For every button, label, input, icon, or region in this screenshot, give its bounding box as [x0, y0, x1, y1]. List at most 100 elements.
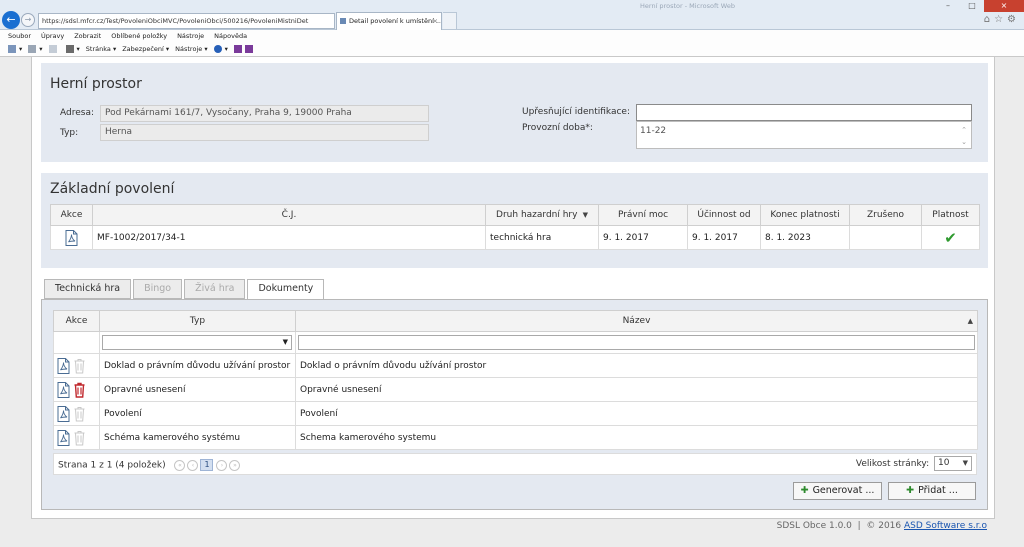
upresnujici-input[interactable] — [636, 104, 972, 121]
footer-text: SDSL Obce 1.0.0 | © 2016 — [776, 521, 904, 531]
menu-nastroje-cmd[interactable]: Nástroje ▾ — [175, 42, 207, 56]
menu-stranka[interactable]: Stránka ▾ — [86, 42, 116, 56]
menu-upravy[interactable]: Úpravy — [41, 30, 64, 42]
col-druh[interactable]: Druh hazardní hry ▼ — [485, 204, 599, 226]
zakladni-povoleni-panel: Základní povolení Akce Č.J. Druh hazardn… — [41, 173, 988, 268]
col-nazev[interactable]: Název ▲ — [295, 310, 978, 332]
filter-nazev-cell — [295, 331, 978, 354]
mail-icon[interactable] — [48, 42, 60, 56]
window-controls: – □ × — [936, 0, 1024, 12]
generovat-button[interactable]: ✚ Generovat ... — [793, 482, 882, 500]
col-konec[interactable]: Konec platnosti — [760, 204, 850, 226]
pdf-icon[interactable] — [57, 405, 70, 422]
sort-asc-icon[interactable]: ▲ — [968, 317, 973, 325]
menu-soubor[interactable]: Soubor — [8, 30, 31, 42]
cell-typ: Povolení — [99, 401, 296, 426]
filter-typ-cell: ▼ — [99, 331, 296, 354]
cell-nazev: Povolení — [295, 401, 978, 426]
table-header: Akce Č.J. Druh hazardní hry ▼ Právní moc… — [50, 204, 980, 226]
forward-icon[interactable]: → — [21, 13, 35, 27]
cell-konec: 8. 1. 2023 — [760, 225, 850, 250]
col-pravni-moc[interactable]: Právní moc — [598, 204, 688, 226]
row-actions — [50, 225, 93, 250]
print-icon[interactable]: ▾ — [65, 42, 80, 56]
star-icon[interactable]: ☆ — [994, 14, 1007, 25]
tab-ziva-hra: Živá hra — [184, 279, 246, 299]
pdf-icon[interactable] — [57, 357, 70, 374]
page-content: Herní prostor Adresa: Pod Pekárnami 161/… — [31, 57, 995, 519]
tab-technicka-hra[interactable]: Technická hra — [44, 279, 132, 299]
menu-zobrazit[interactable]: Zobrazit — [74, 30, 101, 42]
col-cj[interactable]: Č.J. — [92, 204, 486, 226]
feeds-icon[interactable]: ▾ — [28, 42, 43, 56]
table-row: MF-1002/2017/34-1 technická hra 9. 1. 20… — [50, 225, 980, 250]
provozni-doba-textarea[interactable]: 11-22 ⌃ ⌄ — [636, 121, 972, 149]
scroll-down-icon[interactable]: ⌄ — [959, 136, 969, 148]
table-header: Akce Typ Název ▲ — [53, 310, 978, 332]
trash-icon[interactable] — [73, 382, 86, 398]
first-page-icon: « — [174, 459, 186, 471]
cell-typ: Doklad o právním důvodu užívání prostor — [99, 353, 296, 378]
col-nazev-label: Název — [622, 316, 651, 326]
current-page[interactable]: 1 — [200, 459, 214, 471]
close-tab-icon[interactable]: × — [433, 13, 438, 29]
page-size-select[interactable]: 10 ▼ — [934, 456, 972, 471]
menu-zabezpeceni[interactable]: Zabezpečení ▾ — [122, 42, 169, 56]
footer-link[interactable]: ASD Software s.r.o — [904, 521, 987, 531]
col-ucinnost[interactable]: Účinnost od — [687, 204, 761, 226]
dropdown-arrow-icon: ▼ — [962, 459, 968, 467]
onenote-icon[interactable] — [233, 42, 256, 56]
dropdown-arrow-icon: ▼ — [282, 338, 288, 346]
pdf-icon[interactable] — [57, 429, 70, 446]
adresa-label: Adresa: — [60, 108, 94, 118]
cell-zruseno — [849, 225, 922, 250]
scroll-up-icon[interactable]: ⌃ — [959, 124, 969, 136]
page-size-value: 10 — [938, 458, 950, 468]
page-icon — [340, 18, 346, 24]
pdf-icon[interactable] — [65, 229, 78, 246]
address-bar[interactable]: https://sdsl.mfcr.cz/Test/PovoleniObciMV… — [38, 13, 335, 29]
textarea-scrollbar[interactable]: ⌃ ⌄ — [959, 124, 969, 148]
close-window-icon[interactable]: × — [984, 0, 1024, 12]
minimize-icon[interactable]: – — [936, 0, 960, 12]
cell-typ: Schéma kamerového systému — [99, 425, 296, 450]
home-icon[interactable]: ⌂ — [984, 14, 994, 25]
typ-filter-dropdown[interactable]: ▼ — [102, 335, 292, 350]
trash-icon-disabled — [74, 358, 85, 373]
nazev-filter-input[interactable] — [298, 335, 975, 350]
help-icon[interactable]: ▾ — [213, 42, 228, 56]
generovat-label: Generovat ... — [812, 485, 875, 496]
cell-typ: Opravné usnesení — [99, 377, 296, 402]
tab-dokumenty[interactable]: Dokumenty — [247, 279, 325, 300]
col-zruseno[interactable]: Zrušeno — [849, 204, 922, 226]
browser-tab[interactable]: Detail povolení k umístění ... × — [336, 12, 442, 30]
home-cmd-icon[interactable]: ▾ — [8, 42, 22, 56]
pager-bar: Strana 1 z 1 (4 položek) «‹ 1 ›» Velikost … — [53, 453, 977, 475]
menu-bar: Soubor Úpravy Zobrazit Oblíbené položky … — [0, 30, 257, 42]
col-akce: Akce — [50, 204, 93, 226]
col-druh-label: Druh hazardní hry — [496, 210, 578, 220]
col-platnost[interactable]: Platnost — [921, 204, 980, 226]
maximize-icon[interactable]: □ — [960, 0, 984, 12]
row-actions — [53, 425, 100, 450]
tab-title: Detail povolení k umístění ... — [349, 17, 442, 25]
typ-field: Herna — [100, 124, 429, 141]
pdf-icon[interactable] — [57, 381, 70, 398]
menu-napoveda[interactable]: Nápověda — [214, 30, 247, 42]
menu-nastroje[interactable]: Nástroje — [177, 30, 204, 42]
col-typ[interactable]: Typ — [99, 310, 296, 332]
gear-icon[interactable]: ⚙ — [1007, 14, 1020, 25]
prev-page-icon: ‹ — [187, 459, 199, 471]
herni-prostor-title: Herní prostor — [50, 76, 142, 92]
trash-icon-disabled — [74, 406, 85, 421]
address-text: https://sdsl.mfcr.cz/Test/PovoleniObciMV… — [42, 17, 309, 25]
table-row: Povolení Povolení — [53, 401, 978, 426]
cell-platnost: ✔ — [921, 225, 980, 250]
new-tab-button[interactable] — [443, 12, 457, 30]
filter-dropdown-icon[interactable]: ▼ — [580, 211, 588, 219]
menu-oblibene[interactable]: Oblíbené položky — [111, 30, 167, 42]
typ-label: Typ: — [60, 128, 79, 138]
pridat-button[interactable]: ✚ Přidat ... — [888, 482, 976, 500]
cell-nazev: Schema kamerového systemu — [295, 425, 978, 450]
back-icon[interactable]: ← — [2, 11, 20, 29]
